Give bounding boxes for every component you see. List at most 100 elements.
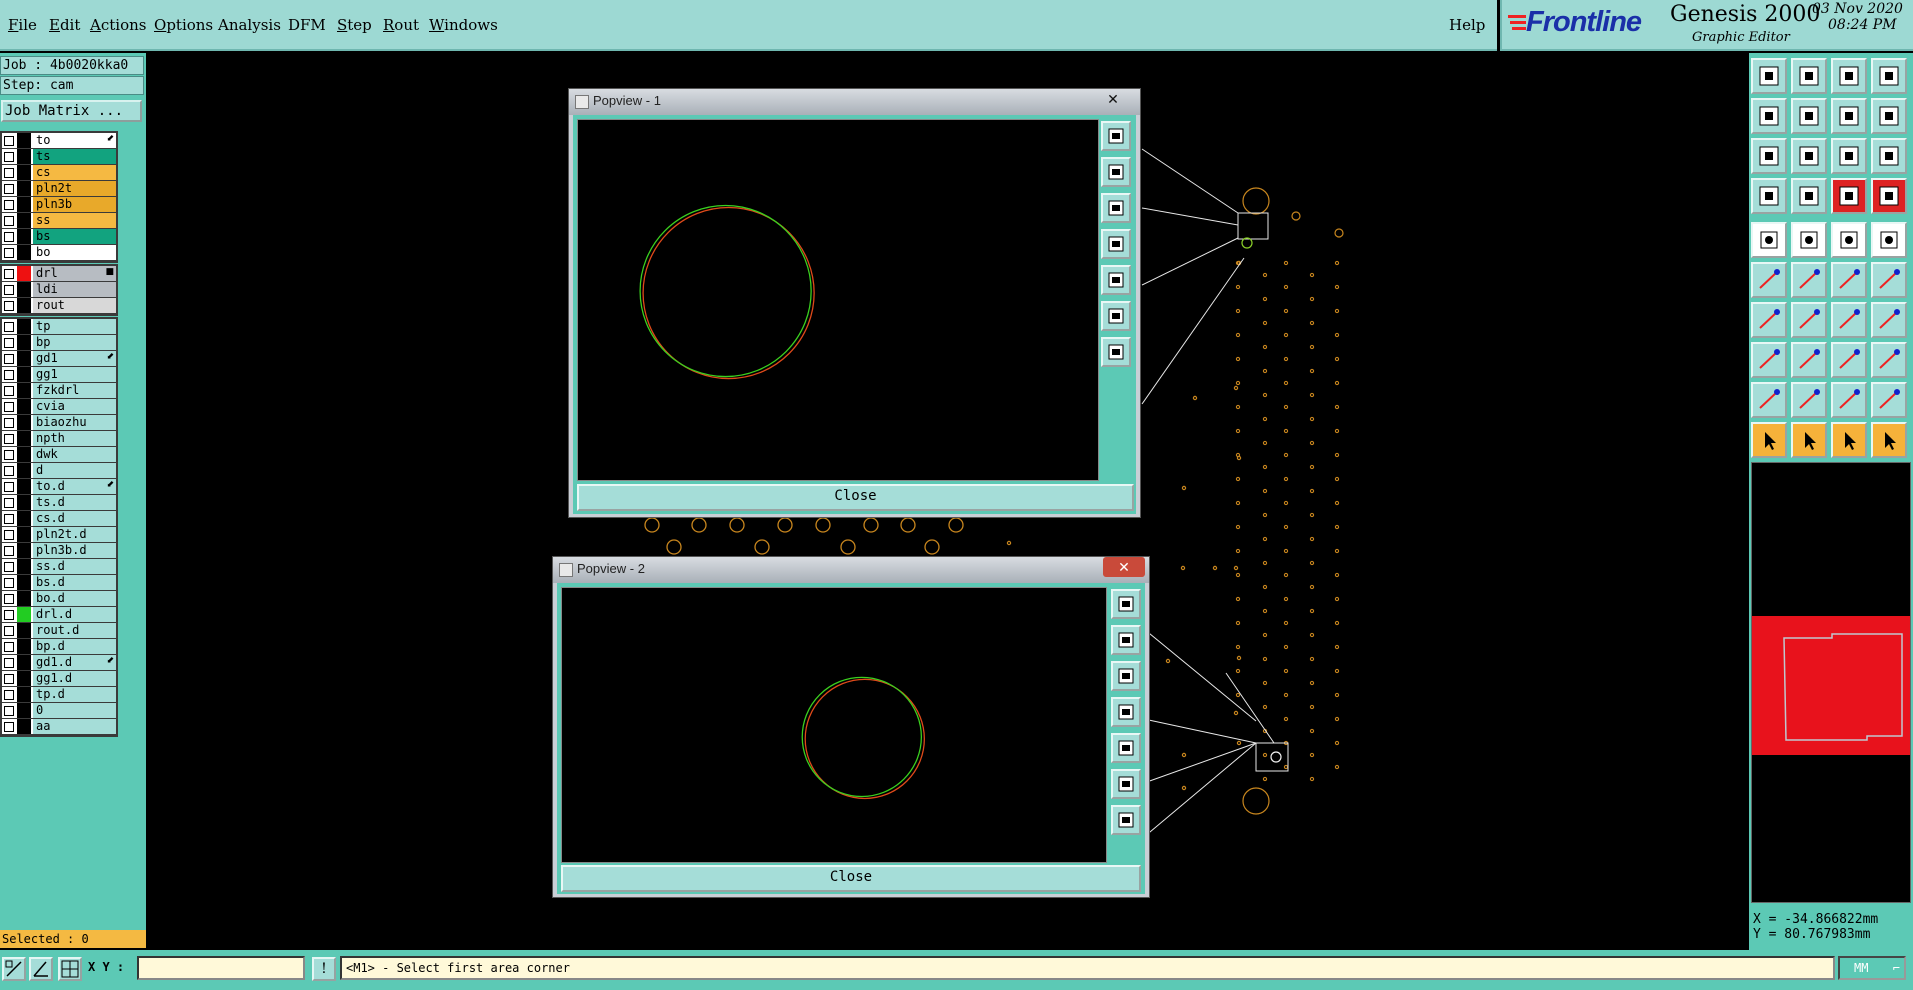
layer-name[interactable]: drl.d bbox=[33, 607, 116, 622]
angle-mode-button[interactable] bbox=[29, 957, 53, 981]
tool-button[interactable] bbox=[1791, 342, 1827, 378]
layer-name[interactable]: bs bbox=[33, 229, 116, 244]
layer-color-swatch[interactable] bbox=[17, 229, 31, 244]
layer-color-swatch[interactable] bbox=[17, 559, 31, 574]
tool-button[interactable] bbox=[1751, 178, 1787, 214]
menu-item[interactable]: Rout bbox=[383, 16, 419, 34]
tool-button[interactable] bbox=[1751, 302, 1787, 338]
layer-name[interactable]: dwk bbox=[33, 447, 116, 462]
tool-button[interactable] bbox=[1871, 342, 1907, 378]
layer-color-swatch[interactable] bbox=[17, 415, 31, 430]
layer-checkbox[interactable] bbox=[4, 514, 14, 524]
layer-name[interactable]: bo.d bbox=[33, 591, 116, 606]
layer-color-swatch[interactable] bbox=[17, 591, 31, 606]
layer-row-rout[interactable]: rout bbox=[2, 298, 116, 314]
layer-row-ts[interactable]: ts bbox=[2, 149, 116, 165]
menu-item[interactable]: Analysis bbox=[218, 16, 281, 34]
tool-button[interactable] bbox=[1831, 302, 1867, 338]
layer-row-bo[interactable]: bo bbox=[2, 245, 116, 261]
layer-checkbox[interactable] bbox=[4, 658, 14, 668]
tool-button[interactable] bbox=[1751, 138, 1787, 174]
tool-button[interactable] bbox=[1831, 98, 1867, 134]
tool-button[interactable] bbox=[1791, 138, 1827, 174]
layer-checkbox[interactable] bbox=[4, 168, 14, 178]
menu-item[interactable]: File bbox=[8, 16, 37, 34]
layer-name[interactable]: cvia bbox=[33, 399, 116, 414]
tool-button[interactable] bbox=[1831, 342, 1867, 378]
layer-color-swatch[interactable] bbox=[17, 383, 31, 398]
layer-row-drl.d[interactable]: drl.d bbox=[2, 607, 116, 623]
layer-row-gd1.d[interactable]: gd1.d ⬋ bbox=[2, 655, 116, 671]
layer-name[interactable]: pln3b bbox=[33, 197, 116, 212]
layer-name[interactable]: cs bbox=[33, 165, 116, 180]
layer-row-ss.d[interactable]: ss.d bbox=[2, 559, 116, 575]
layer-checkbox[interactable] bbox=[4, 216, 14, 226]
layer-color-swatch[interactable] bbox=[17, 298, 31, 313]
layer-checkbox[interactable] bbox=[4, 232, 14, 242]
popview-2-tool-button[interactable] bbox=[1111, 697, 1141, 727]
menu-item[interactable]: Windows bbox=[429, 16, 498, 34]
layer-row-gg1.d[interactable]: gg1.d bbox=[2, 671, 116, 687]
tool-button[interactable] bbox=[1791, 98, 1827, 134]
layer-color-swatch[interactable] bbox=[17, 687, 31, 702]
popview-1-canvas[interactable] bbox=[577, 119, 1099, 481]
popview-2-canvas[interactable] bbox=[561, 587, 1107, 863]
layer-checkbox[interactable] bbox=[4, 418, 14, 428]
layer-name[interactable]: rout.d bbox=[33, 623, 116, 638]
tool-button[interactable] bbox=[1871, 178, 1907, 214]
layer-color-swatch[interactable] bbox=[17, 639, 31, 654]
popview-1-close-button[interactable]: Close bbox=[577, 484, 1134, 511]
layer-name[interactable]: cs.d bbox=[33, 511, 116, 526]
menu-item[interactable]: Step bbox=[337, 16, 372, 34]
menu-item[interactable]: Actions bbox=[90, 16, 146, 34]
layer-row-ldi[interactable]: ldi bbox=[2, 282, 116, 298]
layer-row-gg1[interactable]: gg1 bbox=[2, 367, 116, 383]
info-button[interactable]: ! bbox=[312, 957, 336, 981]
layer-row-pln3b.d[interactable]: pln3b.d bbox=[2, 543, 116, 559]
layer-checkbox[interactable] bbox=[4, 152, 14, 162]
menu-item[interactable]: DFM bbox=[288, 16, 326, 34]
layer-checkbox[interactable] bbox=[4, 322, 14, 332]
tool-button[interactable] bbox=[1871, 382, 1907, 418]
layer-checkbox[interactable] bbox=[4, 690, 14, 700]
tool-button[interactable] bbox=[1871, 262, 1907, 298]
layer-color-swatch[interactable] bbox=[17, 431, 31, 446]
layer-color-swatch[interactable] bbox=[17, 447, 31, 462]
snap-mode-button[interactable] bbox=[2, 957, 26, 981]
layer-row-pln2t[interactable]: pln2t bbox=[2, 181, 116, 197]
layer-name[interactable]: bp.d bbox=[33, 639, 116, 654]
tool-button[interactable] bbox=[1831, 178, 1867, 214]
popview-2-tool-button[interactable] bbox=[1111, 805, 1141, 835]
tool-button[interactable] bbox=[1791, 382, 1827, 418]
layer-name[interactable]: rout bbox=[33, 298, 116, 313]
popview-2-titlebar[interactable]: Popview - 2 ✕ bbox=[553, 557, 1149, 583]
layer-row-d[interactable]: d bbox=[2, 463, 116, 479]
tool-button[interactable] bbox=[1751, 382, 1787, 418]
layer-row-bp[interactable]: bp bbox=[2, 335, 116, 351]
layer-color-swatch[interactable] bbox=[17, 197, 31, 212]
tool-button[interactable] bbox=[1831, 382, 1867, 418]
layer-checkbox[interactable] bbox=[4, 402, 14, 412]
layer-name[interactable]: gg1.d bbox=[33, 671, 116, 686]
layer-checkbox[interactable] bbox=[4, 562, 14, 572]
tool-button[interactable] bbox=[1791, 178, 1827, 214]
layer-checkbox[interactable] bbox=[4, 594, 14, 604]
layer-checkbox[interactable] bbox=[4, 184, 14, 194]
layer-color-swatch[interactable] bbox=[17, 527, 31, 542]
popview-1-tool-button[interactable] bbox=[1101, 229, 1131, 259]
menu-item[interactable]: Options bbox=[154, 16, 213, 34]
layer-color-swatch[interactable] bbox=[17, 181, 31, 196]
menu-item[interactable]: Edit bbox=[49, 16, 80, 34]
tool-button[interactable] bbox=[1871, 58, 1907, 94]
layer-checkbox[interactable] bbox=[4, 674, 14, 684]
layer-color-swatch[interactable] bbox=[17, 511, 31, 526]
grid-snap-button[interactable] bbox=[58, 957, 82, 981]
layer-row-pln3b[interactable]: pln3b bbox=[2, 197, 116, 213]
tool-button[interactable] bbox=[1751, 222, 1787, 258]
layer-color-swatch[interactable] bbox=[17, 623, 31, 638]
layer-name[interactable]: pln2t.d bbox=[33, 527, 116, 542]
layer-color-swatch[interactable] bbox=[17, 282, 31, 297]
layer-color-swatch[interactable] bbox=[17, 703, 31, 718]
layer-row-drl[interactable]: drl ■ bbox=[2, 266, 116, 282]
layer-checkbox[interactable] bbox=[4, 285, 14, 295]
